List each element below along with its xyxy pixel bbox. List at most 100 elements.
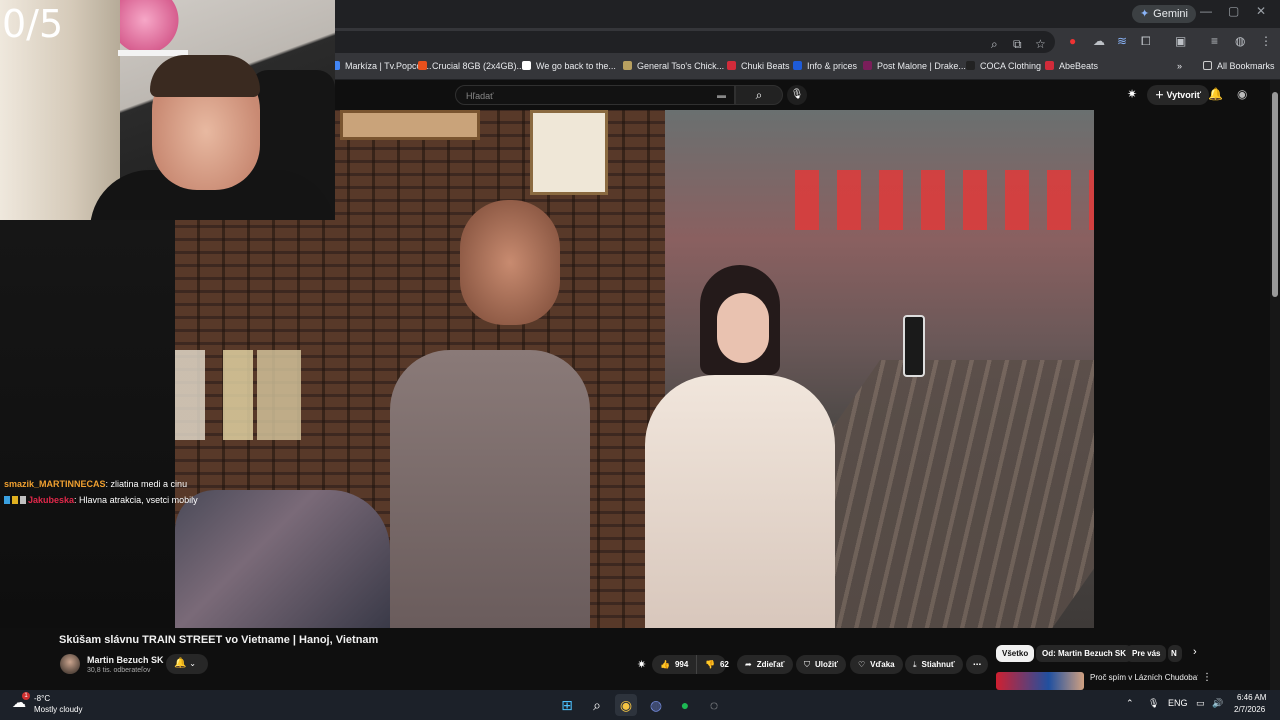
extension-icon[interactable]: ☁ bbox=[1093, 34, 1105, 48]
bookmarks-overflow-icon[interactable]: » bbox=[1177, 61, 1182, 71]
stream-side-panel bbox=[0, 220, 175, 628]
download-button[interactable]: ⤓ Stiahnuť bbox=[905, 655, 963, 674]
webcam-person-hair bbox=[150, 55, 260, 97]
bookmark-icon: ⛉ bbox=[804, 660, 810, 669]
chevron-right-icon[interactable]: › bbox=[1193, 646, 1197, 658]
share-button[interactable]: ➦ Zdieľať bbox=[737, 655, 793, 674]
video-scene-frame bbox=[530, 110, 608, 195]
zoom-icon[interactable]: ⌕ bbox=[991, 37, 998, 52]
sparkle-icon[interactable]: ✷ bbox=[637, 658, 646, 671]
man-head bbox=[460, 200, 560, 325]
sidepanel-icon[interactable]: ▣ bbox=[1175, 34, 1186, 48]
bookmark-label: Chuki Beats bbox=[741, 61, 790, 71]
channel-avatar[interactable] bbox=[60, 654, 80, 674]
search-button[interactable]: ⌕ bbox=[735, 85, 783, 105]
create-button[interactable]: ＋ Vytvoriť bbox=[1147, 85, 1210, 105]
minimize-icon[interactable]: — bbox=[1200, 4, 1212, 18]
bookmark-item[interactable]: Crucial 8GB (2x4GB)... bbox=[418, 61, 524, 71]
install-icon[interactable]: ⧉ bbox=[1013, 37, 1022, 52]
search-placeholder: Hľadať bbox=[466, 91, 494, 101]
chip-for-you[interactable]: Pre vás bbox=[1126, 645, 1167, 662]
dislike-button[interactable]: 👎 62 bbox=[696, 655, 736, 674]
network-icon[interactable]: ▭ bbox=[1196, 698, 1205, 709]
bookmark-label: Info & prices bbox=[807, 61, 858, 71]
video-scene-pillow bbox=[175, 490, 390, 628]
gemini-label: Gemini bbox=[1153, 8, 1188, 20]
thanks-icon: ♡ bbox=[858, 660, 866, 669]
notifications-bell-icon[interactable]: 🔔 bbox=[1208, 87, 1223, 101]
more-icon[interactable]: ⋮ bbox=[1202, 672, 1212, 683]
tray-overflow-icon[interactable]: ⌃ bbox=[1126, 698, 1134, 709]
bookmark-item[interactable]: Post Malone | Drake... bbox=[863, 61, 966, 71]
sparkle-icon[interactable]: ✷ bbox=[1127, 87, 1137, 101]
bookmark-item[interactable]: Info & prices bbox=[793, 61, 857, 71]
bookmark-item[interactable]: General Tso's Chick... bbox=[623, 61, 724, 71]
thanks-button[interactable]: ♡ Vďaka bbox=[850, 655, 903, 674]
weather-badge: 1 bbox=[22, 692, 30, 700]
clock-date[interactable]: 2/7/2026 bbox=[1234, 705, 1265, 714]
bookmark-item[interactable]: We go back to the... bbox=[522, 61, 616, 71]
spotify-icon[interactable]: ● bbox=[674, 694, 696, 716]
video-right-padding bbox=[1094, 110, 1270, 628]
profile-avatar[interactable]: ◍ bbox=[1235, 34, 1245, 48]
close-icon[interactable]: ✕ bbox=[1256, 4, 1266, 18]
page-scrollbar[interactable] bbox=[1270, 80, 1280, 690]
chat-badge-icon bbox=[4, 496, 10, 504]
goal-counter: 0/5 bbox=[2, 2, 64, 46]
language-indicator[interactable]: ENG bbox=[1168, 698, 1188, 708]
woman-body bbox=[645, 375, 835, 628]
chrome-icon[interactable]: ◉ bbox=[615, 694, 637, 716]
search-input[interactable]: Hľadať ▬ bbox=[455, 85, 735, 105]
thumbs-down-icon: 👎 bbox=[705, 660, 715, 669]
search-icon[interactable]: ⌕ bbox=[586, 694, 608, 716]
bookmark-label: We go back to the... bbox=[536, 61, 616, 71]
chevron-down-icon: ⌄ bbox=[189, 659, 196, 668]
extension-icon[interactable]: ● bbox=[1069, 34, 1076, 48]
chat-username: smazik_MARTINNECAS bbox=[4, 479, 106, 489]
account-avatar[interactable]: ◉ bbox=[1237, 87, 1247, 101]
chat-username: Jakubeska bbox=[28, 495, 75, 505]
bookmark-item[interactable]: COCA Clothing bbox=[966, 61, 1041, 71]
scrollbar-thumb[interactable] bbox=[1272, 92, 1278, 297]
video-scene-man bbox=[390, 200, 590, 628]
chat-badge-icon bbox=[20, 496, 26, 504]
url-field[interactable]: ⌕ ⧉ ☆ bbox=[335, 31, 1055, 53]
bookmark-favicon-icon bbox=[623, 61, 632, 70]
extension-icon[interactable]: ≋ bbox=[1117, 34, 1127, 48]
keyboard-icon[interactable]: ▬ bbox=[717, 90, 726, 100]
channel-name[interactable]: Martin Bezuch SK bbox=[87, 655, 164, 665]
bookmark-item[interactable]: Markíza | Tv.Popcor... bbox=[331, 61, 432, 71]
bookmark-item[interactable]: AbeBeats bbox=[1045, 61, 1098, 71]
microphone-icon[interactable]: 🎙 bbox=[1148, 698, 1159, 709]
clock-time[interactable]: 6:46 AM bbox=[1237, 693, 1266, 702]
save-button[interactable]: ⛉ Uložiť bbox=[796, 655, 846, 674]
recommended-title[interactable]: Proč spím v Lázních Chudoba? | Rozhodova… bbox=[1090, 673, 1198, 682]
share-icon: ➦ bbox=[745, 660, 752, 669]
bookmark-star-icon[interactable]: ☆ bbox=[1035, 37, 1046, 51]
discord-icon[interactable]: ◍ bbox=[645, 694, 667, 716]
chip-next[interactable]: N bbox=[1168, 645, 1182, 662]
more-actions-button[interactable]: ⋯ bbox=[966, 655, 988, 674]
maximize-icon[interactable]: ▢ bbox=[1228, 4, 1239, 18]
bookmark-label: Crucial 8GB (2x4GB)... bbox=[432, 61, 525, 71]
voice-search-button[interactable]: 🎙 bbox=[787, 85, 807, 105]
youtube-header: Hľadať ▬ ⌕ 🎙 ✷ ＋ Vytvoriť 🔔 ◉ bbox=[335, 80, 1280, 110]
video-title: Skúšam slávnu TRAIN STREET vo Vietname |… bbox=[59, 634, 379, 646]
gemini-button[interactable]: ✦ Gemini bbox=[1131, 5, 1196, 23]
weather-temperature[interactable]: -8°C bbox=[34, 694, 50, 703]
start-icon[interactable]: ⊞ bbox=[556, 694, 578, 716]
volume-icon[interactable]: 🔊 bbox=[1212, 698, 1223, 709]
extensions-puzzle-icon[interactable]: ⧠ bbox=[1141, 34, 1151, 49]
subscription-bell-button[interactable]: 🔔 ⌄ bbox=[166, 654, 208, 674]
menu-icon[interactable]: ⋮ bbox=[1260, 34, 1272, 48]
bookmark-item[interactable]: Chuki Beats bbox=[727, 61, 790, 71]
chip-from-channel[interactable]: Od: Martin Bezuch SK bbox=[1036, 645, 1133, 662]
chip-all[interactable]: Všetko bbox=[996, 645, 1035, 662]
recommended-thumbnail[interactable] bbox=[996, 672, 1084, 690]
app-icon[interactable]: ◌ bbox=[703, 694, 725, 716]
video-scene-phone bbox=[903, 315, 925, 377]
all-bookmarks[interactable]: All Bookmarks bbox=[1203, 61, 1275, 71]
weather-condition[interactable]: Mostly cloudy bbox=[34, 705, 82, 714]
media-control-icon[interactable]: ≡ bbox=[1211, 34, 1218, 48]
dislike-count: 62 bbox=[719, 660, 729, 669]
